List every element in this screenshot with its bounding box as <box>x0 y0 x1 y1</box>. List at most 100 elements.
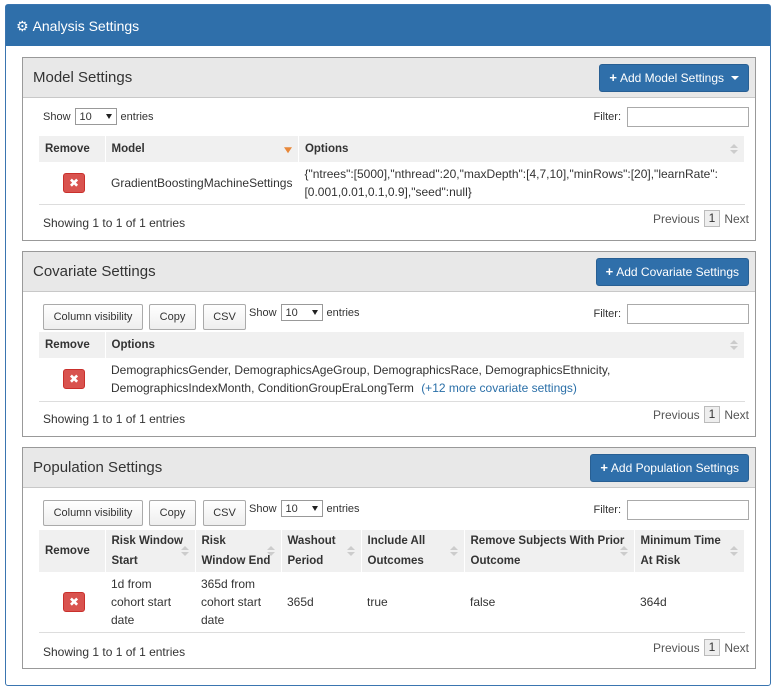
column-options[interactable]: Options <box>298 136 746 162</box>
column-minimum-time-at-risk[interactable]: Minimum Time At Risk <box>634 530 745 572</box>
model-options-line: [0.001,0.01,0.1,0.9],"seed":null} <box>304 184 472 199</box>
covariate-settings-panel: Covariate Settings + Add Covariate Setti… <box>22 251 756 437</box>
show-label: Show <box>43 110 71 123</box>
model-settings-panel: Model Settings + Add Model Settings Show… <box>22 57 756 241</box>
column-label: At Risk <box>640 555 681 567</box>
sort-icon <box>730 340 738 350</box>
covariate-settings-header: Covariate Settings + Add Covariate Setti… <box>23 252 755 292</box>
caret-down-icon <box>731 75 739 80</box>
table-row: ✖ 1d from cohort start date 365d from co… <box>39 572 745 633</box>
page-size-value: 10 <box>285 502 298 515</box>
page-size-select[interactable]: 10 <box>280 304 323 321</box>
population-settings-title: Population Settings <box>33 459 163 476</box>
column-remove[interactable]: Remove <box>39 136 106 162</box>
entries-label: entries <box>326 306 360 319</box>
column-risk-window-start[interactable]: Risk Window Start <box>105 530 196 572</box>
column-washout-period[interactable]: Washout Period <box>281 530 362 572</box>
column-include-all-outcomes[interactable]: Include All Outcomes <box>361 530 465 572</box>
include-all-outcomes-cell: true <box>361 572 464 633</box>
gears-icon: ⚙ <box>16 17 29 34</box>
more-covariates-link[interactable]: (+12 more covariate settings) <box>421 381 577 395</box>
remove-button[interactable]: ✖ <box>63 591 85 612</box>
add-model-settings-button[interactable]: + Add Model Settings <box>599 63 749 92</box>
column-label: Risk <box>201 535 226 547</box>
pagination: Previous 1 Next <box>653 406 749 423</box>
risk-window-end-cell: 365d from cohort start date <box>195 572 281 633</box>
filter-input[interactable] <box>627 107 749 127</box>
dropdown-arrow-icon <box>311 310 318 315</box>
column-risk-window-end[interactable]: Risk Window End <box>195 530 282 572</box>
column-label: Washout <box>287 535 336 547</box>
page-size-select[interactable]: 10 <box>74 108 117 125</box>
washout-period-cell: 365d <box>281 572 361 633</box>
sort-icon <box>730 144 738 154</box>
table-info: Showing 1 to 1 of 1 entries <box>43 412 186 426</box>
column-remove[interactable]: Remove <box>39 530 106 572</box>
model-options-line: {"ntrees":[5000],"nthread":20,"maxDepth"… <box>304 166 718 181</box>
close-icon: ✖ <box>68 372 80 387</box>
filter-control: Filter: <box>593 500 749 520</box>
table-header-row: Remove Model Options <box>39 136 746 162</box>
entries-label: entries <box>120 110 154 123</box>
sort-icon <box>619 546 628 556</box>
sort-icon <box>730 546 738 556</box>
model-settings-title: Model Settings <box>33 69 133 86</box>
population-settings-panel: Population Settings + Add Population Set… <box>22 447 756 669</box>
page-size-control: Show 10 entries <box>249 304 360 321</box>
model-options: {"ntrees":[5000],"nthread":20,"maxDepth"… <box>298 162 745 205</box>
page-1-button[interactable]: 1 <box>703 639 721 656</box>
covariate-options-line: DemographicsGender, DemographicsAgeGroup… <box>111 363 611 378</box>
column-label: Remove Subjects With Prior <box>470 535 625 547</box>
previous-button[interactable]: Previous <box>653 212 700 226</box>
csv-button[interactable]: CSV <box>203 500 246 526</box>
copy-button[interactable]: Copy <box>149 500 196 526</box>
filter-control: Filter: <box>594 107 749 127</box>
add-covariate-settings-button[interactable]: + Add Covariate Settings <box>595 257 749 286</box>
sort-icon <box>346 546 355 556</box>
covariate-options: DemographicsGender, DemographicsAgeGroup… <box>105 358 745 402</box>
copy-button[interactable]: Copy <box>149 304 196 330</box>
column-label: Outcomes <box>367 555 424 567</box>
column-visibility-button[interactable]: Column visibility <box>43 500 143 526</box>
next-button[interactable]: Next <box>724 212 749 226</box>
cell-line: cohort start <box>111 594 172 609</box>
pagination: Previous 1 Next <box>653 639 749 656</box>
page-1-button[interactable]: 1 <box>703 210 721 227</box>
risk-window-start-cell: 1d from cohort start date <box>105 572 195 633</box>
column-label: Outcome <box>470 555 521 567</box>
page-size-value: 10 <box>285 306 298 319</box>
column-remove[interactable]: Remove <box>39 332 106 358</box>
sort-icon <box>449 546 458 556</box>
column-options-label: Options <box>111 339 155 351</box>
page-size-select[interactable]: 10 <box>280 500 323 517</box>
model-table: Remove Model Options ✖ GradientBoostingM… <box>39 136 746 205</box>
table-header-row: Remove Options <box>39 332 745 358</box>
column-visibility-button[interactable]: Column visibility <box>43 304 143 330</box>
remove-button[interactable]: ✖ <box>63 369 85 390</box>
add-population-settings-button[interactable]: + Add Population Settings <box>590 453 749 482</box>
previous-button[interactable]: Previous <box>653 641 700 655</box>
filter-input[interactable] <box>627 304 749 324</box>
table-row: ✖ DemographicsGender, DemographicsAgeGro… <box>39 358 745 402</box>
plus-icon: + <box>609 70 617 85</box>
covariate-options-line: DemographicsIndexMonth, ConditionGroupEr… <box>111 379 739 397</box>
add-covariate-settings-label: Add Covariate Settings <box>616 264 739 279</box>
previous-button[interactable]: Previous <box>653 408 700 422</box>
column-options[interactable]: Options <box>105 332 745 358</box>
cell-line: date <box>111 612 135 627</box>
minimum-time-at-risk-cell: 364d <box>634 572 745 633</box>
next-button[interactable]: Next <box>724 641 749 655</box>
analysis-settings-panel: ⚙ Analysis Settings Model Settings + Add… <box>5 4 771 686</box>
next-button[interactable]: Next <box>724 408 749 422</box>
remove-button[interactable]: ✖ <box>63 172 85 193</box>
cell-line: cohort start <box>201 594 262 609</box>
page-1-button[interactable]: 1 <box>703 406 721 423</box>
column-model[interactable]: Model <box>105 136 299 162</box>
page-size-value: 10 <box>79 110 92 123</box>
plus-icon: + <box>605 264 614 279</box>
filter-label: Filter: <box>593 504 622 516</box>
csv-button[interactable]: CSV <box>203 304 246 330</box>
filter-control: Filter: <box>594 304 749 324</box>
filter-input[interactable] <box>627 500 749 520</box>
column-remove-subjects-prior-outcome[interactable]: Remove Subjects With Prior Outcome <box>464 530 635 572</box>
